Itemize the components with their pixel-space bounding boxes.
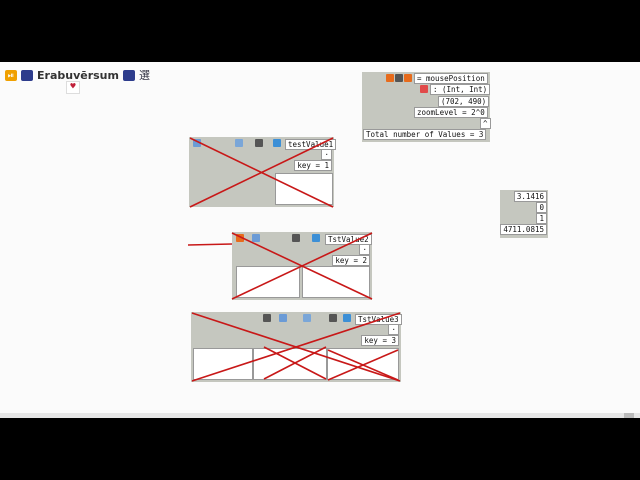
value-item[interactable]: 0 bbox=[536, 202, 547, 213]
value-node-2[interactable]: TstValue2 · key = 2 bbox=[232, 232, 372, 300]
scrollbar-thumb[interactable] bbox=[624, 413, 634, 418]
trash-icon[interactable] bbox=[395, 74, 403, 82]
magnifier-icon[interactable] bbox=[193, 139, 201, 147]
value-item[interactable]: 1 bbox=[536, 213, 547, 224]
trash-icon-2[interactable] bbox=[329, 314, 337, 322]
node-key: key = 2 bbox=[332, 255, 370, 266]
erabuversum-logo-icon bbox=[21, 69, 33, 81]
node-thumbnail bbox=[327, 348, 399, 380]
scroll-handle[interactable]: ^ bbox=[480, 118, 491, 129]
bucket-icon[interactable] bbox=[303, 314, 311, 322]
globe-icon[interactable] bbox=[343, 314, 351, 322]
flame-icon bbox=[236, 234, 244, 242]
expand-handle[interactable]: · bbox=[321, 149, 332, 160]
trash-icon[interactable] bbox=[263, 314, 271, 322]
magnifier-icon[interactable] bbox=[279, 314, 287, 322]
flame-icon bbox=[386, 74, 394, 82]
kanji-label: 選 bbox=[138, 69, 150, 82]
node-key: key = 3 bbox=[361, 335, 399, 346]
bucket-icon[interactable] bbox=[235, 139, 243, 147]
play-pause-icon[interactable]: ⏯ bbox=[5, 69, 17, 81]
mouse-position-value: (702, 490) bbox=[438, 96, 490, 107]
value-item[interactable]: 3.1416 bbox=[513, 191, 547, 202]
trash-icon[interactable] bbox=[255, 139, 263, 147]
flame-icon-2 bbox=[404, 74, 412, 82]
value-item[interactable]: 4711.0815 bbox=[500, 224, 547, 235]
node-thumbnail bbox=[193, 348, 253, 380]
globe-icon[interactable] bbox=[312, 234, 320, 242]
mouse-header: = mousePosition bbox=[414, 73, 488, 84]
erabuversum-logo-icon-2 bbox=[122, 69, 135, 81]
error-icon bbox=[420, 85, 428, 93]
total-values: Total number of Values = 3 bbox=[363, 129, 487, 140]
magnifier-icon[interactable] bbox=[252, 234, 260, 242]
node-thumbnail bbox=[253, 348, 327, 380]
app-title: Erabuvērsum bbox=[37, 68, 119, 82]
canvas[interactable]: ⏯ Erabuvērsum 選 ♥ = mousePosition : (Int… bbox=[0, 62, 640, 418]
node-thumbnail bbox=[236, 266, 300, 298]
value-node-1[interactable]: testValue1 · key = 1 bbox=[189, 137, 337, 207]
values-panel[interactable]: 3.1416 0 1 4711.0815 bbox=[500, 190, 548, 238]
type-signature: : (Int, Int) bbox=[430, 84, 491, 95]
node-key: key = 1 bbox=[294, 160, 332, 171]
expand-handle[interactable]: · bbox=[388, 324, 399, 335]
value-node-3[interactable]: TstValue3 · key = 3 bbox=[191, 312, 402, 382]
expand-handle[interactable]: · bbox=[359, 244, 370, 255]
horizontal-scrollbar[interactable] bbox=[0, 413, 640, 418]
globe-icon[interactable] bbox=[273, 139, 281, 147]
zoom-level: zoomLevel = 2^0 bbox=[414, 107, 488, 118]
trash-icon[interactable] bbox=[292, 234, 300, 242]
heart-icon[interactable]: ♥ bbox=[66, 81, 80, 94]
mouse-position-panel[interactable]: = mousePosition : (Int, Int) (702, 490) … bbox=[362, 72, 491, 142]
node-thumbnail bbox=[275, 173, 333, 205]
node-thumbnail bbox=[302, 266, 370, 298]
